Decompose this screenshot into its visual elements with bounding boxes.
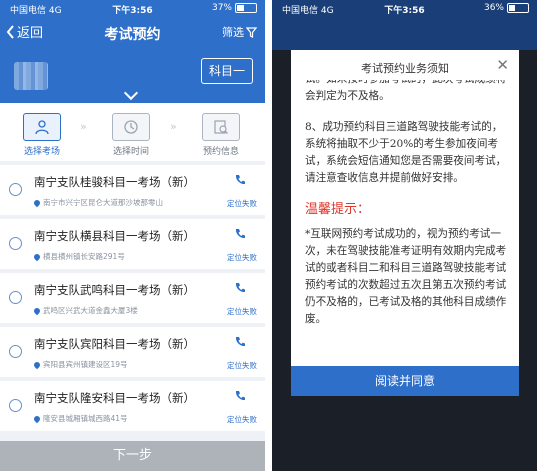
clock-icon bbox=[112, 113, 150, 141]
venue-address: 武鸣区兴武大道金鑫大厦3楼 bbox=[32, 305, 138, 316]
status-right: 37% bbox=[212, 3, 257, 13]
step-label: 选择时间 bbox=[112, 147, 149, 157]
filter-button[interactable]: 筛选 bbox=[222, 24, 257, 40]
document-search-icon bbox=[202, 113, 240, 141]
chevron-down-icon[interactable] bbox=[123, 85, 139, 101]
right-phone-screen: 中国电信 4G 下午3:56 36% 考试预约业务须知 ✕ 试。如未按时参加考试… bbox=[272, 0, 537, 471]
battery-icon bbox=[235, 3, 257, 13]
venue-name: 南宁支队横县科目一考场（新） bbox=[34, 229, 195, 243]
filter-label: 筛选 bbox=[222, 26, 244, 39]
battery-percent: 37% bbox=[211, 3, 232, 13]
subject-select-button[interactable]: 科目一 bbox=[201, 58, 253, 84]
list-item[interactable]: 南宁支队横县科目一考场（新） 横县横州镇长安路291号 定位失败 bbox=[0, 219, 265, 269]
modal-title: 考试预约业务须知 bbox=[361, 62, 449, 75]
status-right: 36% bbox=[484, 3, 529, 13]
location-status: 定位失败 bbox=[227, 307, 257, 316]
venue-address: 隆安县城厢镇城西路41号 bbox=[32, 413, 128, 424]
radio-button[interactable] bbox=[9, 345, 22, 358]
venue-address: 宾阳县宾州镇建设区19号 bbox=[32, 359, 128, 370]
step-arrow-icon: » bbox=[170, 120, 177, 133]
venue-address: 南宁市兴宁区昆仑大道那沙坡那零山 bbox=[32, 197, 163, 208]
read-and-agree-button[interactable]: 阅读并同意 bbox=[291, 366, 519, 396]
step-label: 预约信息 bbox=[202, 147, 239, 157]
close-icon[interactable]: ✕ bbox=[496, 56, 509, 74]
list-item[interactable]: 南宁支队隆安科目一考场（新） 隆安县城厢镇城西路41号 定位失败 bbox=[0, 381, 265, 431]
user-icon bbox=[23, 113, 61, 141]
radio-button[interactable] bbox=[9, 291, 22, 304]
header-bar: 中国电信 4G 下午3:56 37% 返回 考试预约 筛选 科目一 bbox=[0, 0, 265, 103]
status-bar: 中国电信 4G 下午3:56 36% bbox=[272, 0, 537, 16]
venue-name: 南宁支队宾阳科目一考场（新） bbox=[34, 337, 195, 351]
location-status: 定位失败 bbox=[227, 415, 257, 424]
venue-list: 南宁支队桂骏科目一考场（新） 南宁市兴宁区昆仑大道那沙坡那零山 定位失败 南宁支… bbox=[0, 165, 265, 435]
location-pin-icon bbox=[32, 198, 42, 207]
left-phone-screen: 中国电信 4G 下午3:56 37% 返回 考试预约 筛选 科目一 选择考场 »… bbox=[0, 0, 265, 471]
venue-address: 横县横州镇长安路291号 bbox=[32, 251, 125, 262]
notice-paragraph: 8、成功预约科目三道路驾驶技能考试的，系统将抽取不少于20%的考生参加夜间考试，… bbox=[305, 121, 507, 184]
warm-tip-heading: 温馨提示： bbox=[305, 202, 371, 217]
funnel-icon bbox=[246, 26, 257, 38]
venue-name: 南宁支队隆安科目一考场（新） bbox=[34, 391, 195, 405]
location-status: 定位失败 bbox=[227, 253, 257, 262]
list-item[interactable]: 南宁支队武鸣科目一考场（新） 武鸣区兴武大道金鑫大厦3楼 定位失败 bbox=[0, 273, 265, 323]
step-arrow-icon: » bbox=[80, 120, 87, 133]
phone-icon[interactable] bbox=[235, 174, 245, 185]
step-label: 选择考场 bbox=[23, 147, 60, 157]
notice-modal: 考试预约业务须知 ✕ 试。如未按时参加考试的，此次考试成绩将会判定为不及格。 8… bbox=[291, 50, 519, 396]
location-status: 定位失败 bbox=[227, 199, 257, 208]
modal-body[interactable]: 试。如未按时参加考试的，此次考试成绩将会判定为不及格。 8、成功预约科目三道路驾… bbox=[305, 80, 507, 360]
step-select-time[interactable]: 选择时间 bbox=[101, 113, 161, 157]
battery-percent: 36% bbox=[483, 3, 504, 13]
radio-button[interactable] bbox=[9, 399, 22, 412]
notice-paragraph: 试。如未按时参加考试的，此次考试成绩将会判定为不及格。 bbox=[305, 80, 506, 102]
venue-name: 南宁支队桂骏科目一考场（新） bbox=[34, 175, 195, 189]
nav-bar: 返回 考试预约 筛选 bbox=[0, 18, 265, 46]
list-item[interactable]: 南宁支队宾阳科目一考场（新） 宾阳县宾州镇建设区19号 定位失败 bbox=[0, 327, 265, 377]
list-item[interactable]: 南宁支队桂骏科目一考场（新） 南宁市兴宁区昆仑大道那沙坡那零山 定位失败 bbox=[0, 165, 265, 215]
location-pin-icon bbox=[32, 252, 42, 261]
next-step-button[interactable]: 下一步 bbox=[0, 441, 265, 471]
blurred-user-info bbox=[14, 62, 48, 90]
phone-icon[interactable] bbox=[235, 282, 245, 293]
location-pin-icon bbox=[32, 306, 42, 315]
battery-icon bbox=[507, 3, 529, 13]
phone-icon[interactable] bbox=[235, 228, 245, 239]
radio-button[interactable] bbox=[9, 183, 22, 196]
step-select-venue[interactable]: 选择考场 bbox=[12, 113, 72, 157]
dimmed-header: 中国电信 4G 下午3:56 36% bbox=[272, 0, 537, 50]
step-indicator: 选择考场 » 选择时间 » 预约信息 bbox=[0, 103, 265, 161]
notice-paragraph: *互联网预约考试成功的，视为预约考试一次，未在驾驶技能准考证明有效期内完成考试的… bbox=[305, 228, 507, 325]
status-bar: 中国电信 4G 下午3:56 37% bbox=[0, 0, 265, 16]
location-pin-icon bbox=[32, 360, 42, 369]
location-pin-icon bbox=[32, 414, 42, 423]
location-status: 定位失败 bbox=[227, 361, 257, 370]
phone-icon[interactable] bbox=[235, 336, 245, 347]
step-booking-info[interactable]: 预约信息 bbox=[191, 113, 251, 157]
radio-button[interactable] bbox=[9, 237, 22, 250]
dimmed-overlay bbox=[272, 396, 537, 471]
phone-icon[interactable] bbox=[235, 390, 245, 401]
venue-name: 南宁支队武鸣科目一考场（新） bbox=[34, 283, 195, 297]
